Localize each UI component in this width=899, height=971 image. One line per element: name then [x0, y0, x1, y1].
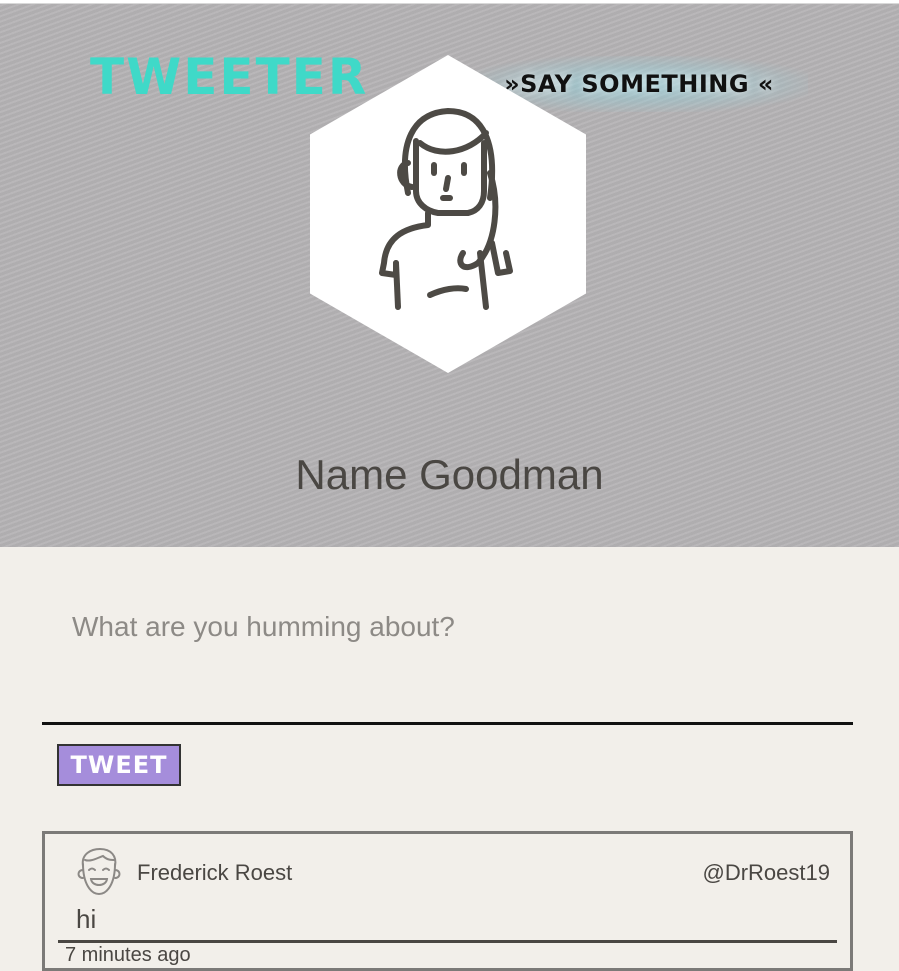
woman-avatar-icon [379, 108, 513, 310]
profile-header: TWEETER »SAY SOMETHING « Name Goodman [0, 3, 899, 547]
tweet-divider [58, 940, 837, 943]
tweet-text: hi [76, 904, 97, 934]
compose-input[interactable] [42, 595, 853, 725]
tweet-author[interactable]: Frederick Roest [137, 860, 292, 886]
tweet-card: Frederick Roest @DrRoest19 hi 7 minutes … [42, 831, 853, 971]
brand-logo[interactable]: TWEETER [90, 47, 368, 107]
tweet-button[interactable]: TWEET [57, 744, 181, 786]
tweet-timestamp: 7 minutes ago [65, 944, 191, 966]
smiling-man-avatar-icon [77, 847, 121, 896]
profile-name: Name Goodman [295, 451, 604, 498]
tweet-handle[interactable]: @DrRoest19 [703, 860, 831, 886]
